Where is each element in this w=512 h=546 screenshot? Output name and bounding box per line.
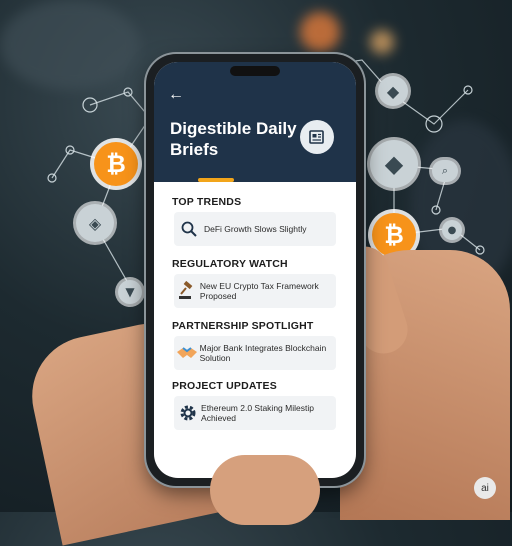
ethereum-icon: ◆ (370, 140, 418, 188)
section-heading-partnership-spotlight: PARTNERSHIP SPOTLIGHT (172, 320, 314, 332)
brief-text: New EU Crypto Tax Framework Proposed (199, 281, 319, 301)
crypto-coin-icon: ▼ (118, 280, 142, 304)
newspaper-icon[interactable] (300, 120, 334, 154)
section-heading-top-trends: TOP TRENDS (172, 196, 242, 208)
gear-icon (174, 403, 201, 423)
brief-card-top-trends[interactable]: DeFi Growth Slows Slightly (174, 212, 336, 246)
crypto-coin-icon: ◈ (76, 204, 114, 242)
brief-text: Major Bank Integrates Blockchain Solutio… (199, 343, 327, 363)
brief-text: Ethereum 2.0 Staking Milestip Achieved (201, 403, 314, 423)
camera-notch (230, 66, 280, 76)
crypto-coin-icon: ● (442, 220, 462, 240)
brief-card-partnership-spotlight[interactable]: Major Bank Integrates Blockchain Solutio… (174, 336, 336, 370)
ai-badge: ai (474, 477, 496, 499)
handshake-icon (174, 344, 200, 362)
gavel-icon (174, 281, 200, 301)
page-title: Digestible Daily Briefs (170, 119, 297, 159)
magnifier-icon (174, 220, 204, 238)
bitcoin-icon: ₿ (94, 142, 138, 186)
section-heading-project-updates: PROJECT UPDATES (172, 380, 277, 392)
app-screen: ← Digestible Daily Briefs TOP TRENDS DeF… (154, 62, 356, 478)
smartphone: ← Digestible Daily Briefs TOP TRENDS DeF… (146, 54, 364, 486)
section-heading-regulatory-watch: REGULATORY WATCH (172, 258, 288, 270)
brief-card-project-updates[interactable]: Ethereum 2.0 Staking Milestip Achieved (174, 396, 336, 430)
app-header: ← Digestible Daily Briefs (154, 62, 356, 182)
brief-card-regulatory-watch[interactable]: New EU Crypto Tax Framework Proposed (174, 274, 336, 308)
search-node-icon: ⌕ (432, 160, 458, 182)
brief-text: DeFi Growth Slows Slightly (204, 224, 307, 234)
ethereum-icon: ◆ (378, 76, 408, 106)
header-accent (198, 178, 234, 182)
bottom-thumb (210, 455, 320, 525)
back-arrow-icon[interactable]: ← (168, 86, 184, 104)
